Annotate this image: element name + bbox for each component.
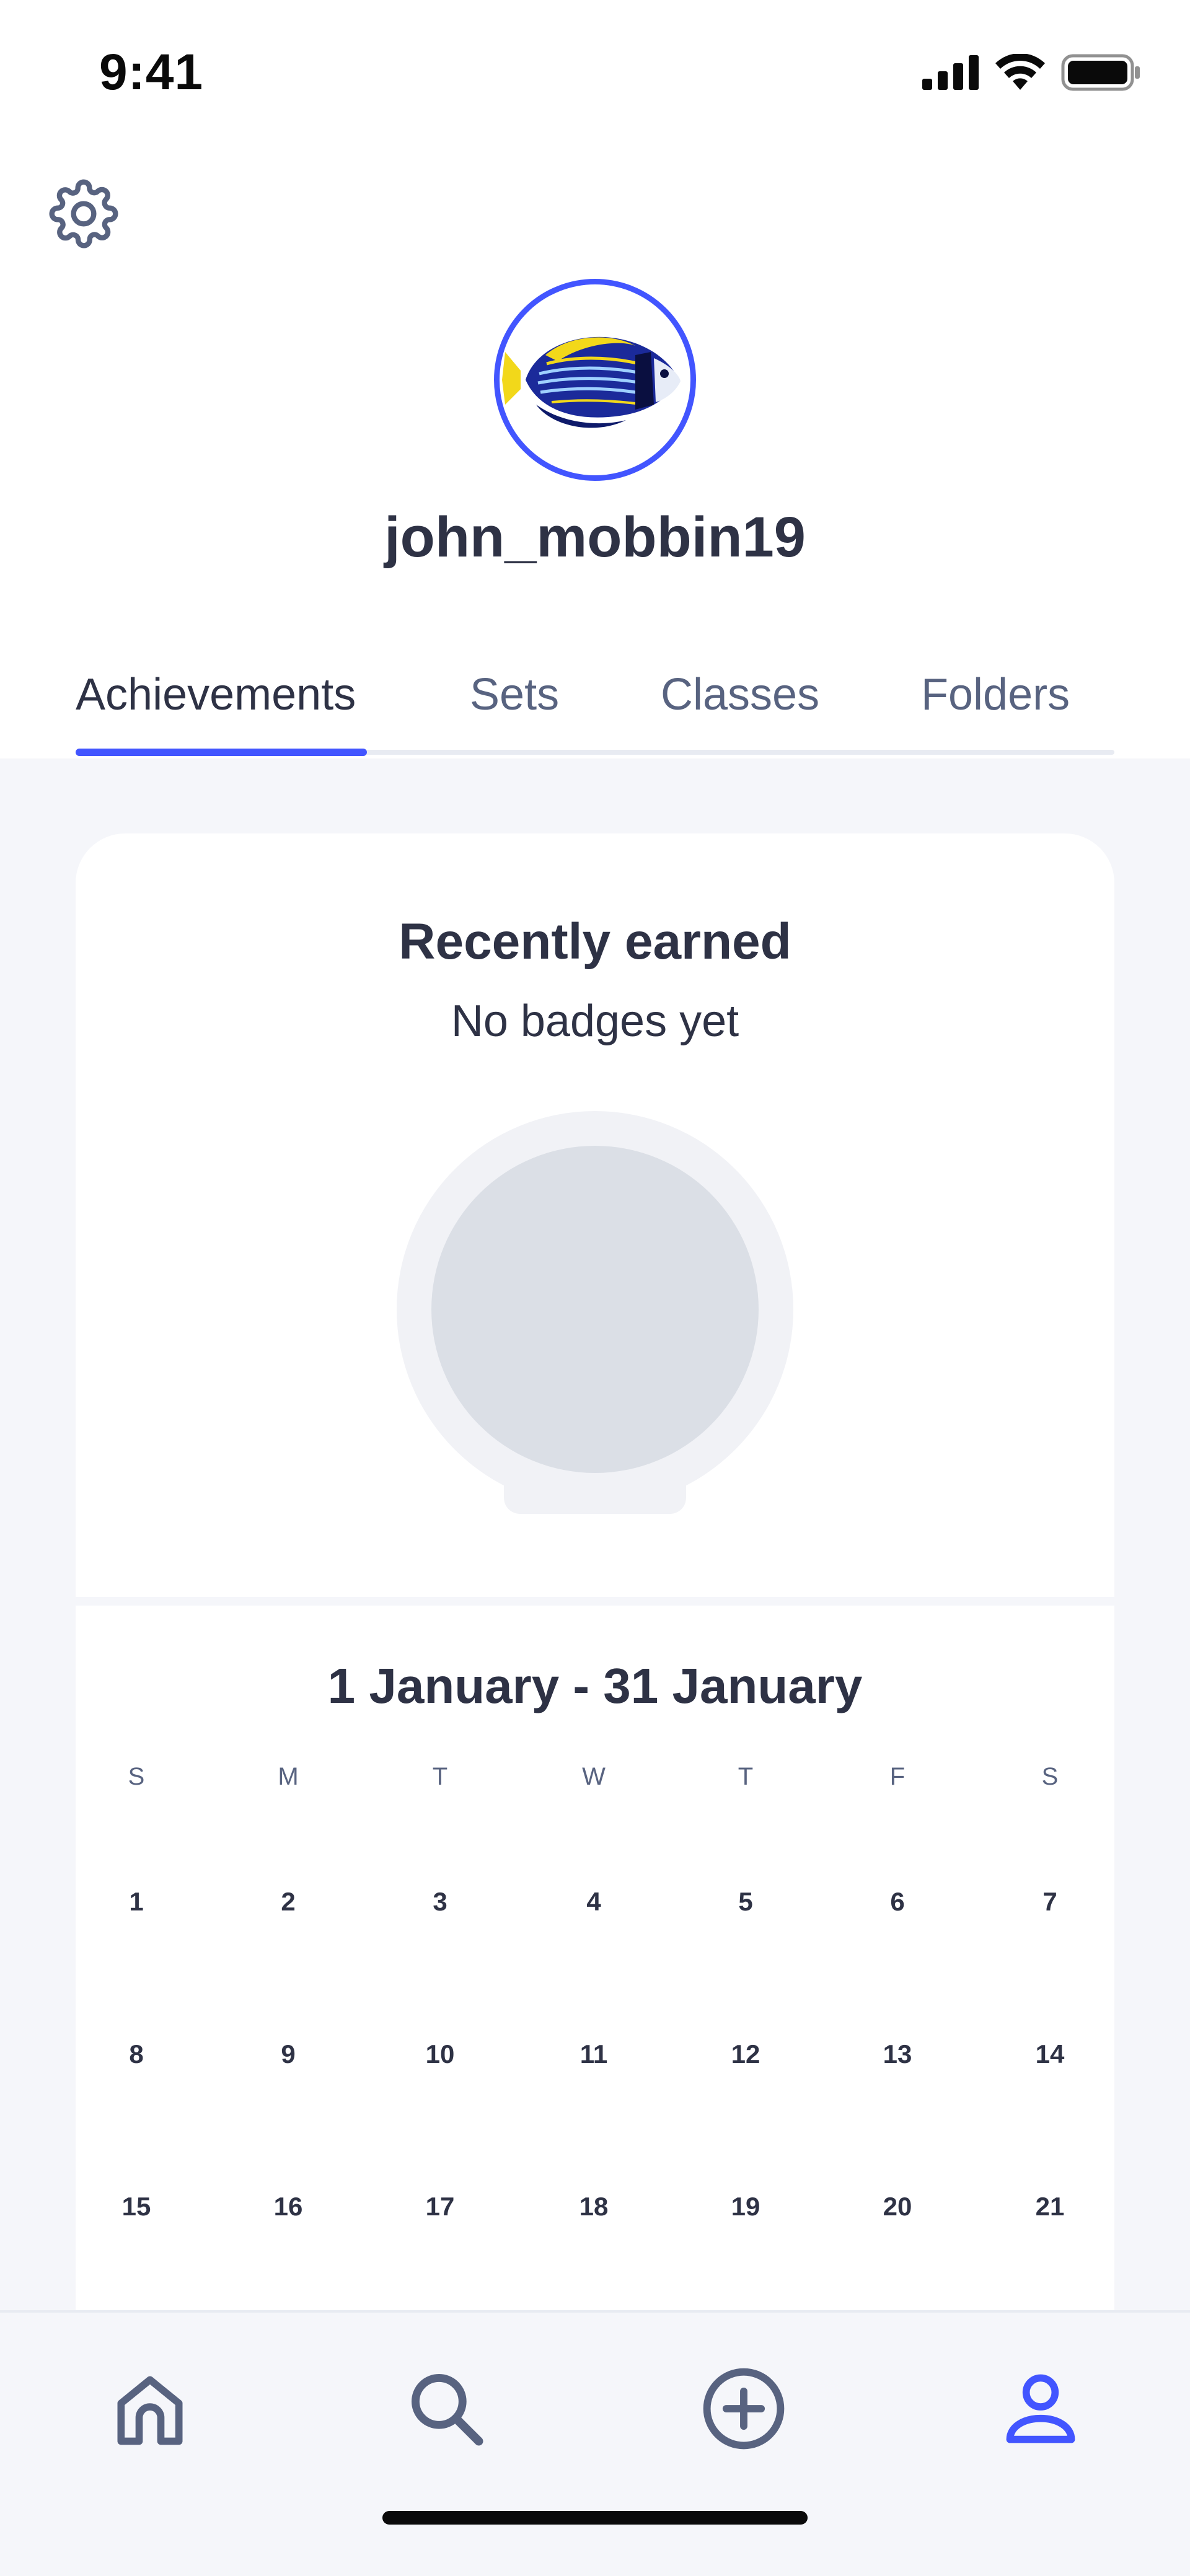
calendar-day: 4 — [586, 1887, 601, 1916]
home-indicator — [382, 2511, 808, 2525]
weekday-label: M — [278, 1763, 299, 1790]
status-bar: 9:41 — [0, 0, 1190, 143]
calendar-range-title: 1 January - 31 January — [327, 1658, 863, 1713]
calendar-day: 20 — [883, 2192, 912, 2221]
calendar-day: 15 — [121, 2192, 151, 2221]
profile-icon — [1006, 2374, 1075, 2443]
recently-earned-title: Recently earned — [399, 913, 791, 970]
calendar-day: 11 — [580, 2039, 608, 2068]
calendar-day: 21 — [1035, 2192, 1065, 2221]
calendar-day: 3 — [433, 1887, 447, 1916]
badge-placeholder-disc — [431, 1146, 759, 1473]
profile-header: 9:41 john_mobbin19 Achievements Sets Cla… — [0, 0, 1190, 758]
wifi-icon — [995, 54, 1045, 90]
calendar-day: 18 — [579, 2192, 609, 2221]
calendar-day: 1 — [129, 1887, 144, 1916]
gear-icon — [49, 179, 118, 248]
weekday-label: W — [582, 1763, 606, 1790]
settings-button[interactable] — [43, 174, 124, 254]
battery-icon — [1061, 54, 1140, 91]
weekday-label: F — [889, 1763, 906, 1790]
bottom-tab-bar — [0, 2310, 1190, 2576]
weekday-label: S — [128, 1763, 145, 1790]
tab-sets[interactable]: Sets — [470, 669, 559, 720]
home-icon — [117, 2376, 183, 2445]
profile-tabs: Achievements Sets Classes Folders — [76, 657, 1114, 758]
badge-placeholder-icon — [397, 1111, 793, 1520]
recently-earned-empty-message: No badges yet — [451, 996, 739, 1046]
calendar-day: 17 — [425, 2192, 455, 2221]
calendar-day: 10 — [425, 2039, 455, 2068]
tab-folders[interactable]: Folders — [921, 669, 1070, 720]
active-tab-indicator — [76, 749, 367, 756]
calendar-day: 13 — [883, 2039, 912, 2068]
calendar-day: 19 — [731, 2192, 760, 2221]
calendar-day: 7 — [1042, 1887, 1057, 1916]
status-icons — [922, 51, 1140, 94]
nav-home-button[interactable] — [97, 2356, 203, 2461]
section-divider — [76, 1597, 1114, 1606]
weekday-label: T — [432, 1763, 448, 1790]
calendar-day: 2 — [281, 1887, 296, 1916]
tab-classes[interactable]: Classes — [661, 669, 819, 720]
tab-achievements[interactable]: Achievements — [76, 669, 356, 720]
calendar-day: 16 — [273, 2192, 303, 2221]
weekday-label: T — [738, 1763, 754, 1790]
calendar-day: 8 — [129, 2039, 144, 2068]
create-icon — [703, 2368, 785, 2450]
calendar-day: 14 — [1035, 2039, 1065, 2068]
nav-create-button[interactable] — [691, 2356, 796, 2461]
username: john_mobbin19 — [384, 506, 806, 569]
angelfish-avatar-image — [502, 336, 681, 428]
calendar-day: 5 — [738, 1887, 753, 1916]
weekday-label: S — [1041, 1763, 1059, 1790]
avatar[interactable] — [494, 279, 696, 481]
nav-search-button[interactable] — [394, 2356, 499, 2461]
status-time: 9:41 — [99, 44, 204, 100]
calendar-day: 6 — [890, 1887, 905, 1916]
calendar-day: 9 — [281, 2039, 296, 2068]
cellular-signal-icon — [922, 55, 979, 90]
nav-profile-button[interactable] — [988, 2356, 1093, 2461]
search-icon — [412, 2374, 483, 2446]
calendar-day: 12 — [731, 2039, 760, 2068]
